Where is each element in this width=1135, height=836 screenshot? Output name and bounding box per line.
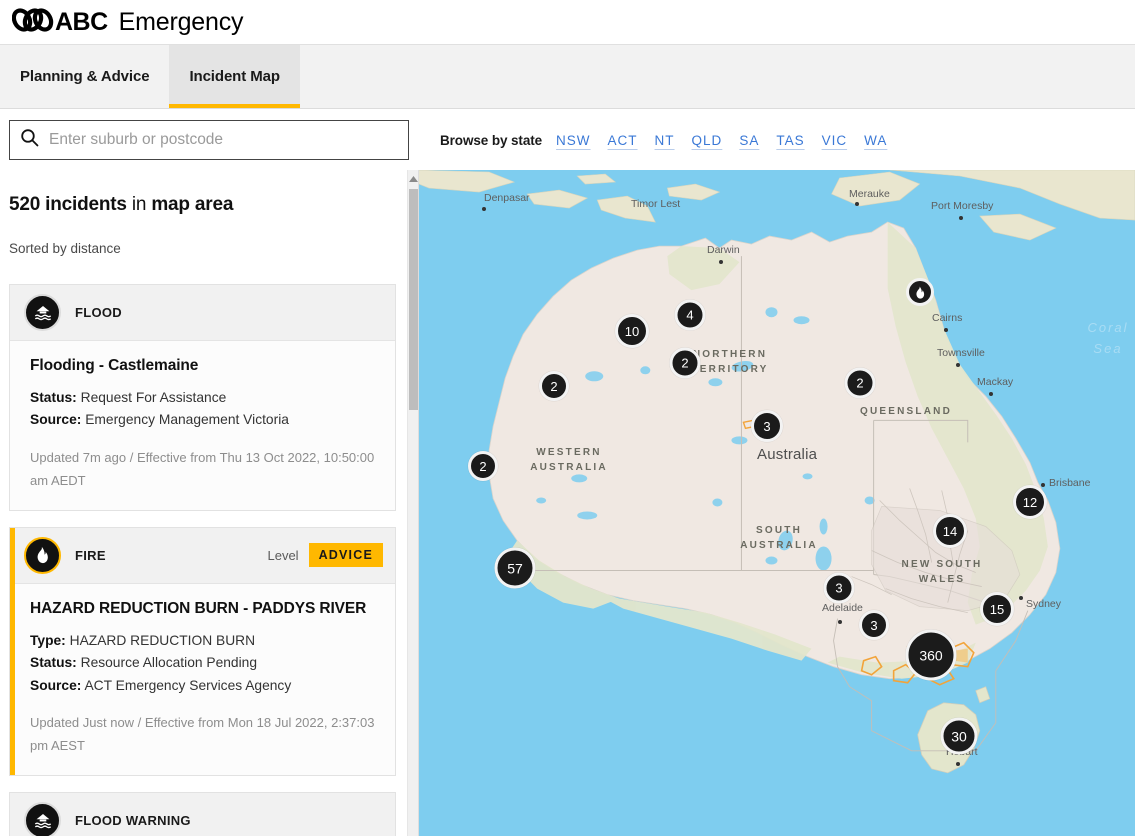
main-tabs: Planning & Advice Incident Map	[0, 45, 1135, 109]
field-key: Source:	[30, 677, 82, 693]
hazard-type-label: FLOOD	[75, 305, 122, 320]
search-icon	[20, 128, 39, 152]
incident-card-body: Flooding - Castlemaine Status: Request F…	[10, 341, 395, 510]
state-link-nt[interactable]: NT	[655, 133, 675, 148]
flood-icon	[24, 294, 61, 331]
incident-field: Source: Emergency Management Victoria	[30, 409, 381, 431]
search-row: Browse by state NSW ACT NT QLD SA TAS VI…	[0, 109, 1135, 170]
incident-card-header: FLOOD	[10, 285, 395, 341]
browse-by-state: Browse by state NSW ACT NT QLD SA TAS VI…	[440, 131, 887, 148]
incident-field: Type: HAZARD REDUCTION BURN	[30, 630, 381, 652]
abc-lissajous-logo-icon	[11, 7, 54, 38]
incident-field: Status: Resource Allocation Pending	[30, 652, 381, 674]
state-link-nsw[interactable]: NSW	[556, 133, 591, 148]
hazard-type-label: FIRE	[75, 547, 106, 563]
map-cluster-marker[interactable]: 12	[1013, 485, 1047, 519]
map-cluster-marker[interactable]: 14	[933, 514, 967, 548]
field-value: ACT Emergency Services Agency	[81, 677, 292, 693]
state-link-act[interactable]: ACT	[608, 133, 638, 148]
search-input[interactable]	[47, 120, 398, 159]
incident-card-header: FIRE Level ADVICE	[10, 527, 395, 584]
browse-by-state-label: Browse by state	[440, 133, 543, 148]
map-cluster-marker[interactable]: 2	[844, 367, 876, 399]
status-badge: ADVICE	[308, 543, 383, 568]
field-value: Request For Assistance	[76, 390, 227, 405]
state-link-qld[interactable]: QLD	[692, 133, 723, 148]
incident-field: Source: ACT Emergency Services Agency	[30, 675, 381, 697]
map-cluster-marker[interactable]: 3	[823, 572, 855, 604]
incident-card[interactable]: FLOOD Flooding - Castlemaine Status: Req…	[9, 284, 396, 511]
incident-count: 520 incidents in map area	[9, 194, 396, 216]
map-fire-icon[interactable]	[906, 278, 934, 306]
sorted-by-label: Sorted by distance	[9, 241, 121, 256]
incident-map[interactable]: Denpasar Timor Lest Merauke Port Moresby…	[419, 170, 1135, 836]
field-value: Emergency Management Victoria	[81, 412, 289, 428]
app-header: ABC Emergency	[0, 0, 1135, 45]
state-link-tas[interactable]: TAS	[776, 133, 804, 148]
incident-list-scroll-area: 520 incidents in map area Sorted by dist…	[0, 170, 408, 836]
incident-count-number: 520 incidents	[9, 194, 127, 215]
state-link-wa[interactable]: WA	[864, 133, 887, 148]
field-key: Type:	[30, 632, 66, 648]
flood-icon	[24, 802, 61, 836]
incident-card[interactable]: FLOOD WARNING	[9, 792, 396, 836]
map-cluster-marker[interactable]: 4	[674, 299, 706, 331]
incident-title: HAZARD REDUCTION BURN - PADDYS RIVER	[30, 599, 367, 617]
incident-timestamp: Updated 7m ago / Effective from Thu 13 O…	[30, 449, 375, 488]
incident-card-header: FLOOD WARNING	[10, 793, 395, 836]
field-key: Status:	[30, 655, 77, 671]
scrollbar-thumb[interactable]	[409, 189, 418, 410]
fire-icon	[24, 536, 61, 574]
incident-field: Status: Request For Assistance	[30, 387, 381, 409]
map-cluster-marker[interactable]: 15	[980, 592, 1014, 626]
state-link-vic[interactable]: VIC	[822, 133, 848, 148]
map-cluster-marker[interactable]: 3	[751, 410, 783, 442]
map-cluster-marker[interactable]: 10	[615, 314, 649, 348]
incident-list-header: 520 incidents in map area Sorted by dist…	[0, 170, 408, 256]
field-value: HAZARD REDUCTION BURN	[65, 632, 256, 648]
field-key: Source:	[30, 412, 82, 428]
abc-brand: ABC	[55, 7, 108, 36]
tab-incident-map[interactable]: Incident Map	[169, 45, 301, 108]
card-accent-bar	[10, 527, 15, 776]
incident-title: Flooding - Castlemaine	[30, 357, 199, 374]
map-cluster-marker[interactable]: 2	[468, 451, 498, 481]
level-label: Level	[267, 547, 299, 563]
incident-card-body: HAZARD REDUCTION BURN - PADDYS RIVER Typ…	[10, 584, 395, 775]
page-title: Emergency	[118, 7, 244, 36]
state-link-sa[interactable]: SA	[739, 133, 759, 148]
card-accent-bar	[10, 793, 15, 836]
search-box[interactable]	[9, 119, 409, 160]
scroll-up-arrow-icon[interactable]	[408, 170, 418, 187]
field-key: Status:	[30, 390, 77, 405]
map-cluster-marker[interactable]: 57	[494, 547, 536, 589]
map-cluster-marker[interactable]: 2	[539, 371, 569, 401]
hazard-type-label: FLOOD WARNING	[75, 813, 191, 829]
incident-count-area: map area	[151, 194, 234, 215]
incident-count-suffix: in	[126, 194, 152, 215]
incident-timestamp: Updated Just now / Effective from Mon 18…	[30, 714, 375, 754]
field-value: Resource Allocation Pending	[76, 655, 258, 671]
map-cluster-marker[interactable]: 2	[669, 347, 701, 379]
sidebar-scrollbar[interactable]	[407, 170, 418, 836]
map-cluster-marker[interactable]: 3	[859, 610, 889, 640]
content-area: 520 incidents in map area Sorted by dist…	[0, 170, 1135, 836]
card-accent-bar	[10, 285, 15, 510]
map-cluster-marker[interactable]: 30	[940, 717, 978, 755]
incident-card[interactable]: FIRE Level ADVICE HAZARD REDUCTION BURN …	[9, 526, 396, 777]
incident-list-panel: 520 incidents in map area Sorted by dist…	[0, 170, 419, 836]
map-cluster-marker[interactable]: 360	[905, 629, 957, 681]
tab-planning-advice[interactable]: Planning & Advice	[0, 45, 169, 108]
